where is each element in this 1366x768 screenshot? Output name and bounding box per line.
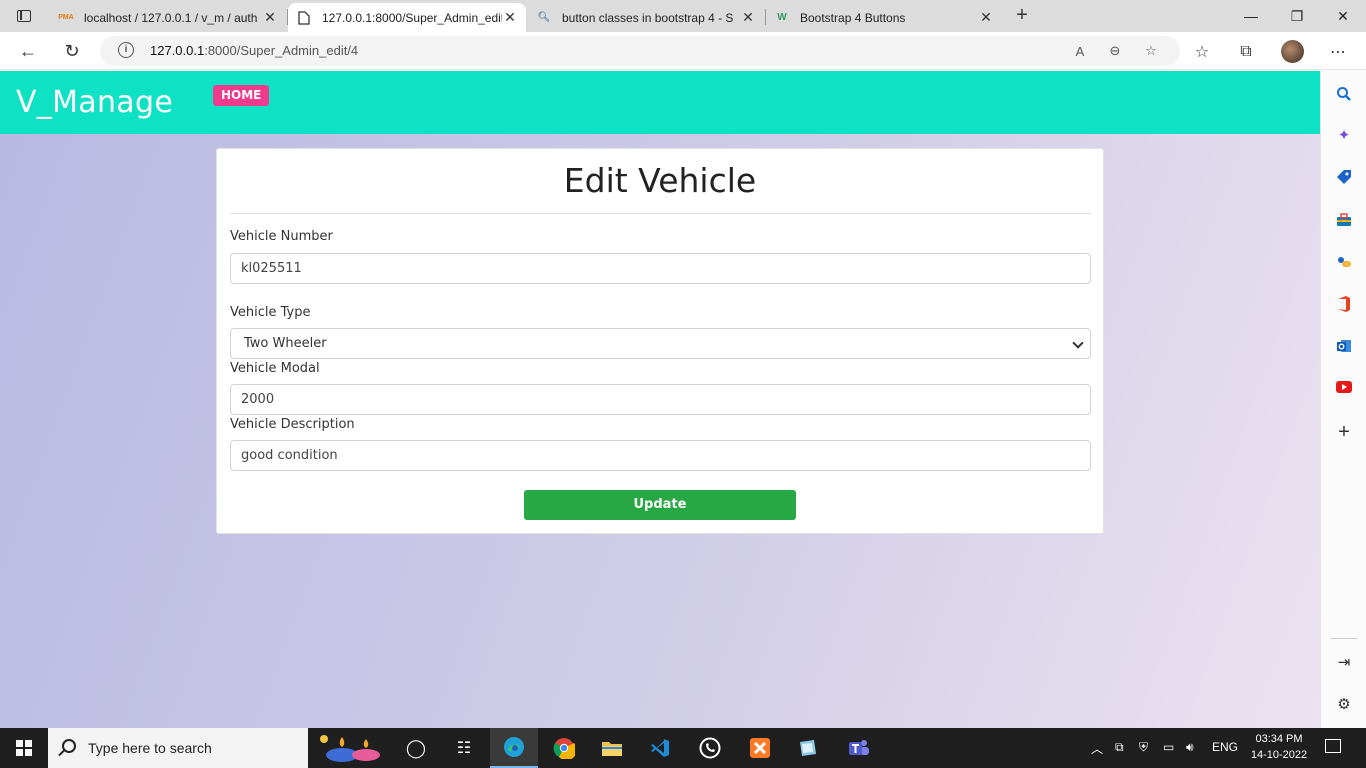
sidebar-divider — [1331, 638, 1357, 639]
close-icon[interactable]: ✕ — [502, 9, 518, 26]
minimize-icon[interactable]: — — [1228, 0, 1274, 32]
tab-actions-icon[interactable] — [6, 4, 42, 28]
search-icon: 🔍︎ — [537, 12, 551, 23]
url-text[interactable]: 127.0.0.1:8000/Super_Admin_edit/4 — [150, 43, 358, 58]
address-bar: ← ↻ i 127.0.0.1:8000/Super_Admin_edit/4 … — [0, 32, 1366, 70]
edit-vehicle-card: Edit Vehicle Vehicle Number kl025511 Veh… — [216, 148, 1104, 534]
outlook-icon[interactable] — [1333, 335, 1355, 357]
close-icon[interactable]: ✕ — [262, 9, 278, 26]
collections-icon[interactable]: ⧉ — [1235, 41, 1257, 63]
tray-app-icon[interactable]: ⧉ — [1115, 740, 1124, 755]
clock-date: 14-10-2022 — [1250, 749, 1308, 761]
read-aloud-icon[interactable]: A — [1070, 41, 1090, 61]
close-icon[interactable]: ✕ — [740, 9, 756, 26]
vehicle-modal-input[interactable]: 2000 — [230, 384, 1091, 415]
title-divider — [230, 213, 1091, 214]
tab-phpmyadmin[interactable]: PMA localhost / 127.0.0.1 / v_m / auth ✕ — [50, 3, 286, 32]
start-windows-icon[interactable] — [16, 740, 32, 756]
back-icon[interactable]: ← — [16, 39, 40, 63]
youtube-icon[interactable] — [1333, 376, 1355, 398]
vscode-icon[interactable] — [636, 728, 684, 768]
tab-title: button classes in bootstrap 4 - S — [562, 10, 734, 25]
search-icon — [62, 739, 76, 753]
clock[interactable]: 03:34 PM 14-10-2022 — [1247, 731, 1311, 763]
tab-title: 127.0.0.1:8000/Super_Admin_edit — [322, 10, 502, 25]
taskbar-search[interactable]: Type here to search — [48, 728, 308, 768]
info-icon[interactable]: i — [118, 42, 134, 58]
page-title: Edit Vehicle — [563, 161, 757, 200]
task-view-icon[interactable]: ◯ — [392, 728, 440, 768]
page-icon — [296, 10, 312, 26]
teams-icon[interactable] — [834, 728, 882, 768]
office-icon[interactable] — [1333, 293, 1355, 315]
notification-icon[interactable] — [1325, 739, 1341, 753]
search-icon[interactable] — [1333, 83, 1355, 105]
profile-avatar[interactable] — [1281, 40, 1304, 63]
tab-bootstrap-search[interactable]: 🔍︎ button classes in bootstrap 4 - S ✕ — [528, 3, 764, 32]
vehicle-description-label: Vehicle Description — [230, 417, 355, 432]
windows-taskbar: Type here to search ◯ ☷ ︿ ⧉ ⛨ ▭ 🔊︎ ENG 0… — [0, 728, 1366, 768]
xampp-icon[interactable] — [736, 728, 784, 768]
vehicle-type-select[interactable]: Two Wheeler — [230, 328, 1091, 359]
favorites-icon[interactable]: ☆ — [1191, 41, 1213, 63]
brand-logo[interactable]: V_Manage — [16, 85, 173, 120]
language-indicator[interactable]: ENG — [1212, 740, 1238, 754]
home-button[interactable]: HOME — [213, 85, 270, 106]
tab-bootstrap-buttons[interactable]: W Bootstrap 4 Buttons ✕ — [766, 3, 1002, 32]
edge-app-icon[interactable] — [490, 728, 538, 768]
volume-icon[interactable]: 🔊︎ — [1186, 740, 1194, 755]
network-icon[interactable]: ▭ — [1163, 740, 1174, 754]
tools-icon[interactable] — [1333, 209, 1355, 231]
widgets-icon[interactable]: ☷ — [440, 728, 488, 768]
site-navbar: V_Manage HOME — [0, 71, 1320, 134]
vehicle-modal-label: Vehicle Modal — [230, 361, 320, 376]
w3schools-icon: W — [777, 12, 787, 23]
whatsapp-icon[interactable] — [686, 728, 734, 768]
edge-sidebar: ✦ + ⇥ ⚙ — [1320, 71, 1366, 728]
more-options-icon[interactable]: ⋯ — [1327, 41, 1349, 63]
vehicle-description-input[interactable]: good condition — [230, 440, 1091, 471]
shopping-tag-icon[interactable] — [1333, 166, 1355, 188]
refresh-icon[interactable]: ↻ — [60, 39, 84, 63]
vehicle-number-input[interactable]: kl025511 — [230, 253, 1091, 284]
hide-sidebar-icon[interactable]: ⇥ — [1333, 651, 1355, 673]
update-button[interactable]: Update — [524, 490, 796, 520]
add-favorite-icon[interactable]: ☆ — [1141, 41, 1161, 61]
window-controls: — ❐ ✕ — [1228, 0, 1366, 32]
new-tab-button[interactable]: + — [1010, 5, 1034, 27]
phpmyadmin-icon: PMA — [58, 14, 74, 21]
file-explorer-icon[interactable] — [588, 728, 636, 768]
zoom-out-icon[interactable]: ⊖ — [1105, 41, 1125, 61]
add-icon[interactable]: + — [1333, 421, 1355, 443]
clock-time: 03:34 PM — [1255, 733, 1303, 745]
games-icon[interactable] — [1333, 251, 1355, 273]
show-hidden-icons[interactable]: ︿ — [1091, 740, 1103, 757]
close-icon[interactable]: ✕ — [978, 9, 994, 26]
diwali-lamp-icon[interactable] — [314, 728, 390, 768]
page-viewport: V_Manage HOME Edit Vehicle Vehicle Numbe… — [0, 71, 1320, 728]
close-window-icon[interactable]: ✕ — [1320, 0, 1366, 32]
vehicle-type-value: Two Wheeler — [244, 336, 327, 351]
tab-title: localhost / 127.0.0.1 / v_m / auth — [84, 10, 258, 25]
browser-tab-strip: PMA localhost / 127.0.0.1 / v_m / auth ✕… — [0, 0, 1366, 32]
app-icon[interactable] — [784, 728, 832, 768]
restore-icon[interactable]: ❐ — [1274, 0, 1320, 32]
tab-super-admin-edit[interactable]: 127.0.0.1:8000/Super_Admin_edit ✕ — [288, 3, 526, 32]
chevron-down-icon — [1072, 337, 1084, 349]
security-shield-icon[interactable]: ⛨ — [1139, 740, 1148, 755]
sparkle-icon[interactable]: ✦ — [1333, 124, 1355, 146]
tab-title: Bootstrap 4 Buttons — [800, 10, 906, 25]
taskbar-search-placeholder: Type here to search — [88, 740, 212, 756]
chrome-app-icon[interactable] — [540, 728, 588, 768]
vehicle-type-label: Vehicle Type — [230, 305, 311, 320]
url-bar[interactable]: i 127.0.0.1:8000/Super_Admin_edit/4 A ⊖ … — [100, 36, 1180, 66]
settings-gear-icon[interactable]: ⚙ — [1333, 693, 1355, 715]
vehicle-number-label: Vehicle Number — [230, 229, 333, 244]
